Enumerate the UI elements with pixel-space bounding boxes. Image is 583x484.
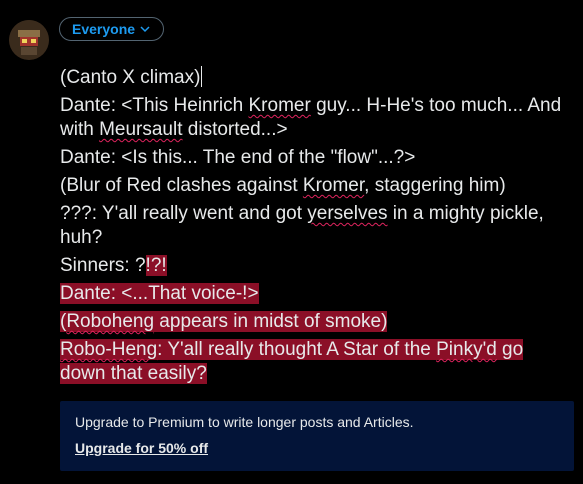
- post-line-text: (Blur of Red clashes against Kromer, sta…: [60, 175, 506, 196]
- chevron-down-icon: [140, 26, 150, 33]
- upgrade-link[interactable]: Upgrade for 50% off: [75, 440, 208, 456]
- highlighted-overflow-text: (Roboheng appears in midst of smoke): [60, 311, 388, 332]
- post-line: (Roboheng appears in midst of smoke): [60, 310, 572, 334]
- text-segment: !?!: [145, 255, 167, 276]
- post-line-text: Dante: <This Heinrich Kromer guy... H-He…: [60, 95, 561, 140]
- spellcheck-word: Kromer: [248, 95, 311, 116]
- avatar-image: [9, 20, 49, 60]
- post-line: Robo-Heng: Y'all really thought A Star o…: [60, 338, 572, 386]
- premium-upsell-text: Upgrade to Premium to write longer posts…: [75, 414, 414, 430]
- highlighted-overflow-text: Dante: <...That voice-!>: [60, 283, 259, 304]
- spellcheck-word: Roboheng: [66, 311, 155, 332]
- post-line: (Canto X climax): [60, 66, 572, 90]
- highlighted-overflow-text: Robo-Heng: Y'all really thought A Star o…: [60, 339, 524, 384]
- spellcheck-word: yerselves: [307, 203, 388, 224]
- audience-selector[interactable]: Everyone: [59, 17, 165, 41]
- text-segment: : Y'all really thought A Star of the: [157, 339, 437, 360]
- text-caret: [201, 66, 203, 87]
- post-line-text: Sinners: ?!?!: [60, 255, 167, 276]
- text-segment: , staggering him): [364, 175, 506, 196]
- text-segment: Sinners: ?: [60, 255, 146, 276]
- post-line: ???: Y'all really went and got yerselves…: [60, 202, 572, 250]
- spellcheck-word: Pinky'd: [436, 339, 497, 360]
- post-line: Dante: <...That voice-!>: [60, 282, 572, 306]
- spellcheck-word: Meursault: [99, 119, 183, 140]
- post-line-text: ???: Y'all really went and got yerselves…: [60, 203, 544, 248]
- audience-label: Everyone: [72, 21, 136, 37]
- spellcheck-word: Robo-Heng: [60, 339, 158, 360]
- post-line: (Blur of Red clashes against Kromer, sta…: [60, 174, 572, 198]
- post-line: Dante: <This Heinrich Kromer guy... H-He…: [60, 94, 572, 142]
- post-line-text: (Canto X climax): [60, 67, 200, 88]
- text-segment: (Canto X climax): [60, 67, 201, 88]
- post-line-text: Dante: <Is this... The end of the "flow"…: [60, 147, 415, 168]
- text-segment: (Blur of Red clashes against: [60, 175, 303, 196]
- post-line: Sinners: ?!?!: [60, 254, 572, 278]
- text-segment: Dante: <This Heinrich: [60, 95, 249, 116]
- post-line: Dante: <Is this... The end of the "flow"…: [60, 146, 572, 170]
- premium-upsell: Upgrade to Premium to write longer posts…: [60, 401, 574, 471]
- text-segment: Dante: <Is this... The end of the "flow"…: [60, 147, 416, 168]
- text-segment: Dante: <...That voice-!>: [60, 283, 259, 304]
- text-segment: appears in midst of smoke): [154, 311, 388, 332]
- post-composer[interactable]: (Canto X climax) Dante: <This Heinrich Kr…: [60, 66, 572, 390]
- text-segment: distorted...>: [182, 119, 288, 140]
- text-segment: ???: Y'all really went and got: [60, 203, 308, 224]
- avatar: [9, 20, 49, 60]
- spellcheck-word: Kromer: [302, 175, 365, 196]
